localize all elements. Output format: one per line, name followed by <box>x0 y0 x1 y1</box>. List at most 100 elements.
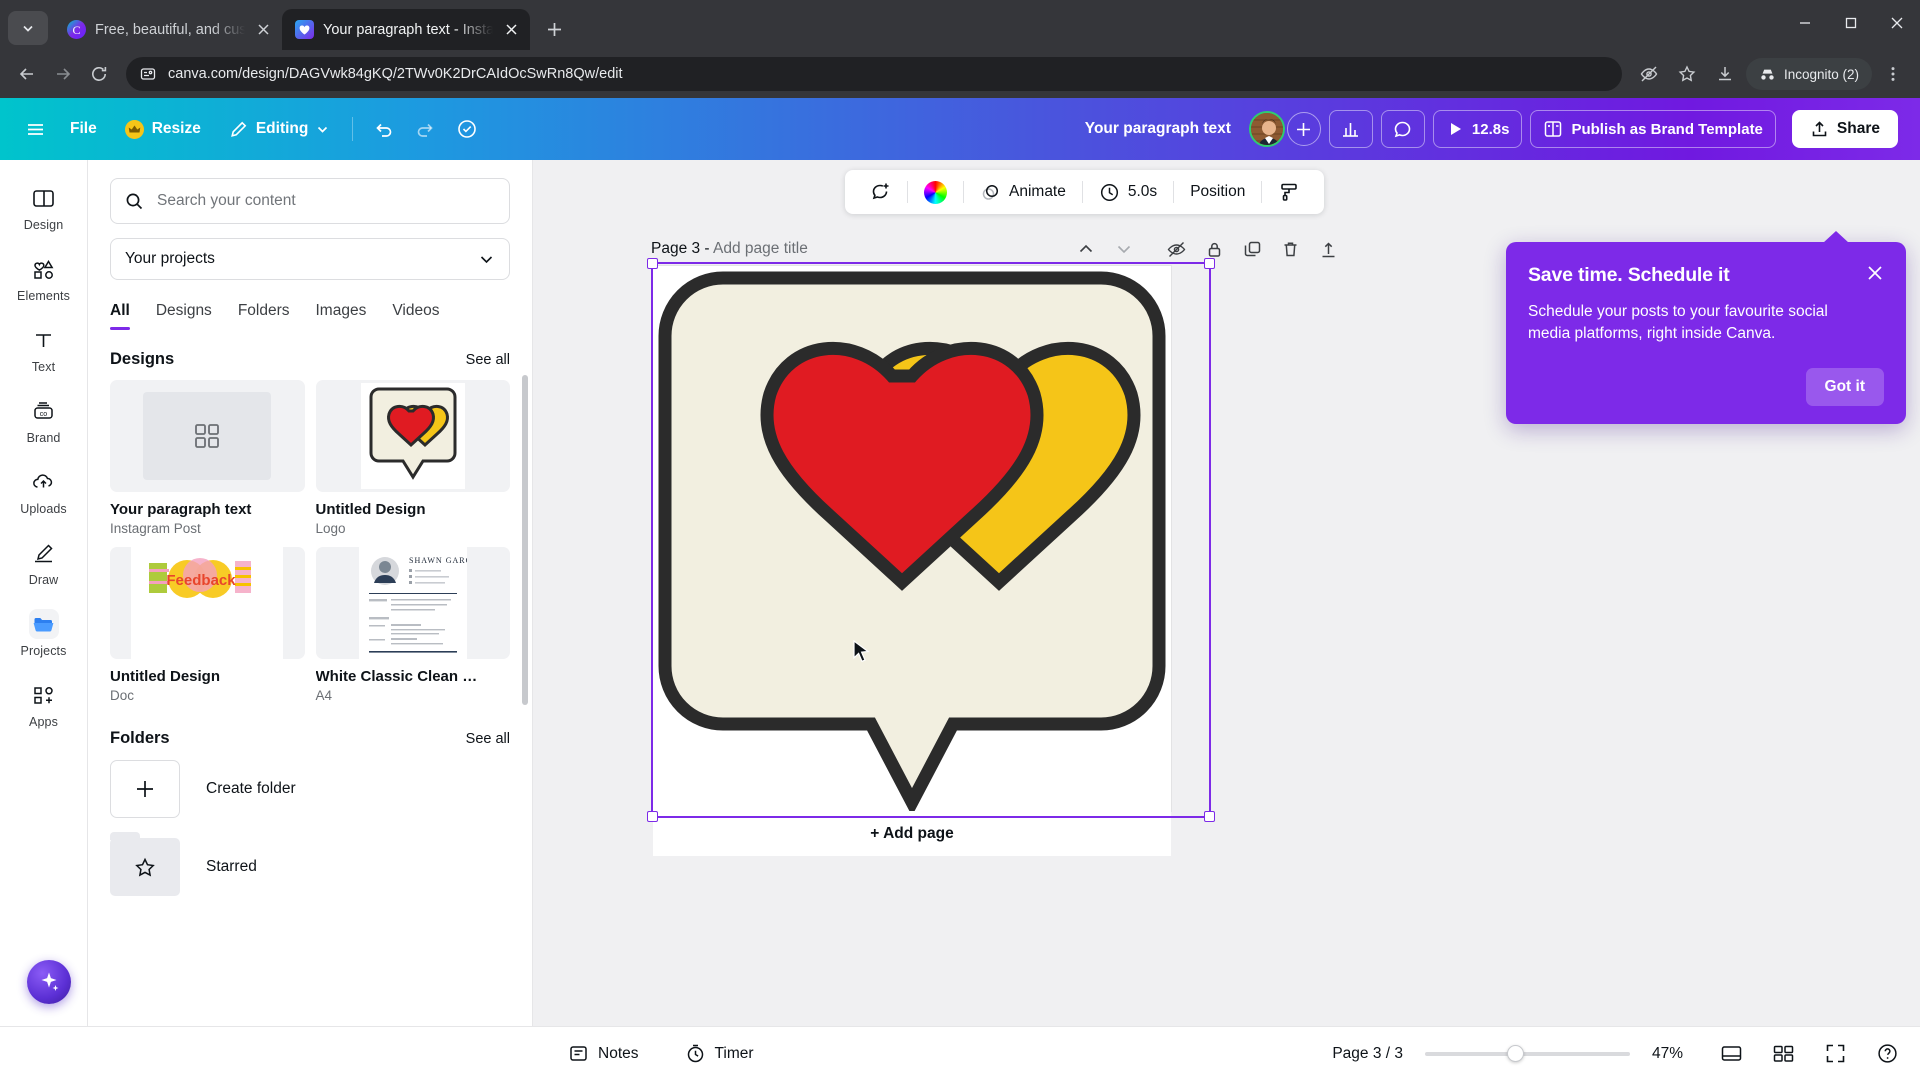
color-wheel-icon[interactable] <box>914 175 957 209</box>
minimize-button[interactable] <box>1782 0 1828 46</box>
file-menu-button[interactable]: File <box>58 110 109 148</box>
undo-icon[interactable] <box>364 110 402 148</box>
search-input[interactable]: Search your content <box>110 178 510 224</box>
position-button[interactable]: Position <box>1180 175 1255 209</box>
design-card[interactable]: Your paragraph text Instagram Post <box>110 380 305 536</box>
page-title-row[interactable]: Page 3 - Add page title <box>651 240 808 258</box>
paint-roller-icon[interactable] <box>1268 175 1310 209</box>
notes-button[interactable]: Notes <box>558 1037 649 1070</box>
panel-scrollbar[interactable] <box>522 375 528 705</box>
address-bar[interactable]: canva.com/design/DAGVwk84gKQ/2TWv0K2DrCA… <box>126 57 1622 91</box>
design-name: White Classic Clean … <box>315 668 478 685</box>
third-party-cookies-icon[interactable] <box>1632 57 1666 91</box>
sidebar-item-elements[interactable]: Elements <box>7 245 81 309</box>
create-folder-row[interactable]: Create folder <box>110 760 510 818</box>
grid-view-icon[interactable] <box>1716 1039 1746 1069</box>
tab-search-button[interactable] <box>8 11 48 45</box>
tab-title: Free, beautiful, and customizab <box>95 21 245 38</box>
design-thumbnail[interactable] <box>110 380 305 492</box>
avatar[interactable] <box>1248 111 1285 147</box>
tab-folders[interactable]: Folders <box>238 302 290 330</box>
document-title[interactable]: Your paragraph text <box>1075 114 1241 144</box>
kebab-menu-icon[interactable] <box>1876 57 1910 91</box>
brand-kit-icon: co <box>29 396 59 426</box>
plus-icon[interactable] <box>110 760 180 818</box>
cloud-saved-icon[interactable] <box>448 110 486 148</box>
sidebar-item-projects[interactable]: Projects <box>7 600 81 664</box>
editing-mode-button[interactable]: Editing <box>217 110 342 148</box>
timer-button[interactable]: Timer <box>675 1037 764 1070</box>
tab-all[interactable]: All <box>110 302 130 330</box>
help-question-icon[interactable] <box>1872 1039 1902 1069</box>
got-it-button[interactable]: Got it <box>1805 367 1884 406</box>
back-arrow-icon[interactable] <box>10 57 44 91</box>
magic-sparkle-icon[interactable] <box>27 960 71 1004</box>
design-card[interactable]: Feedback Untitled Design Doc <box>110 547 305 703</box>
reload-icon[interactable] <box>82 57 116 91</box>
profile-button[interactable]: Incognito (2) <box>1745 58 1872 90</box>
add-collaborator-button[interactable] <box>1286 112 1321 146</box>
browser-tab-1[interactable]: Your paragraph text - Instagram <box>282 9 530 50</box>
sidebar-item-draw[interactable]: Draw <box>7 529 81 593</box>
timing-button[interactable]: 5.0s <box>1089 175 1167 209</box>
design-name: Your paragraph text <box>110 501 252 518</box>
zoom-slider[interactable] <box>1425 1045 1630 1063</box>
add-comment-icon[interactable] <box>859 175 901 209</box>
tab-designs[interactable]: Designs <box>156 302 212 330</box>
sidebar-item-label: Draw <box>28 573 59 587</box>
design-card[interactable]: SHAWN GARCIA <box>315 547 510 703</box>
present-button[interactable]: 12.8s <box>1432 110 1523 148</box>
app-body: Design Elements Text co Brand Uploads Dr… <box>0 160 1920 1026</box>
heart-speech-bubble-artwork <box>653 266 1171 811</box>
download-icon[interactable] <box>1708 57 1742 91</box>
close-icon[interactable] <box>254 21 272 39</box>
edit-pencil-icon <box>229 120 248 139</box>
sidebar-item-brand[interactable]: co Brand <box>7 387 81 451</box>
see-all-folders-link[interactable]: See all <box>466 731 510 747</box>
design-thumbnail[interactable]: SHAWN GARCIA <box>315 547 510 659</box>
star-icon[interactable] <box>1670 57 1704 91</box>
forward-arrow-icon[interactable] <box>46 57 80 91</box>
publish-brand-template-button[interactable]: Publish as Brand Template <box>1530 110 1776 148</box>
pages-view-icon[interactable] <box>1768 1039 1798 1069</box>
new-tab-button[interactable] <box>536 11 572 47</box>
animate-button[interactable]: Animate <box>970 175 1076 209</box>
insights-chart-icon[interactable] <box>1328 110 1373 148</box>
resize-button[interactable]: Resize <box>113 110 213 148</box>
projects-filter-select[interactable]: Your projects <box>110 238 510 280</box>
close-icon[interactable] <box>1864 262 1886 284</box>
close-icon[interactable] <box>502 21 520 39</box>
redo-icon[interactable] <box>406 110 444 148</box>
fullscreen-icon[interactable] <box>1820 1039 1850 1069</box>
tab-images[interactable]: Images <box>316 302 367 330</box>
draw-pen-icon <box>29 538 59 568</box>
add-page-button[interactable]: + Add page <box>653 811 1171 856</box>
browser-tab-0[interactable]: C Free, beautiful, and customizab <box>54 9 282 50</box>
sidebar-item-text[interactable]: Text <box>7 316 81 380</box>
design-thumbnail[interactable]: Feedback <box>110 547 305 659</box>
design-thumbnail[interactable] <box>315 380 510 492</box>
see-all-designs-link[interactable]: See all <box>466 352 510 368</box>
tab-videos[interactable]: Videos <box>392 302 439 330</box>
toolbar-separator <box>1261 181 1263 203</box>
sidebar-item-apps[interactable]: Apps <box>7 671 81 735</box>
zoom-slider-handle[interactable] <box>1507 1045 1524 1062</box>
folder-row-starred[interactable]: Starred <box>110 832 510 896</box>
close-window-button[interactable] <box>1874 0 1920 46</box>
sidebar-item-design[interactable]: Design <box>7 174 81 238</box>
resize-label: Resize <box>151 120 201 137</box>
sidebar-item-uploads[interactable]: Uploads <box>7 458 81 522</box>
clock-icon <box>1099 182 1120 203</box>
design-card[interactable]: Untitled Design Logo <box>315 380 510 536</box>
comment-bubble-icon[interactable] <box>1380 110 1425 148</box>
share-button[interactable]: Share <box>1791 110 1898 148</box>
header-right-group: Your paragraph text 12.8s Publish as Bra… <box>486 110 1906 148</box>
design-page[interactable] <box>653 266 1171 811</box>
maximize-button[interactable] <box>1828 0 1874 46</box>
site-settings-icon[interactable] <box>140 66 156 82</box>
share-label: Share <box>1836 120 1880 137</box>
file-label: File <box>70 120 97 137</box>
mouse-cursor <box>853 640 871 664</box>
zoom-level[interactable]: 47% <box>1652 1045 1694 1063</box>
hamburger-menu-icon[interactable] <box>16 110 54 148</box>
